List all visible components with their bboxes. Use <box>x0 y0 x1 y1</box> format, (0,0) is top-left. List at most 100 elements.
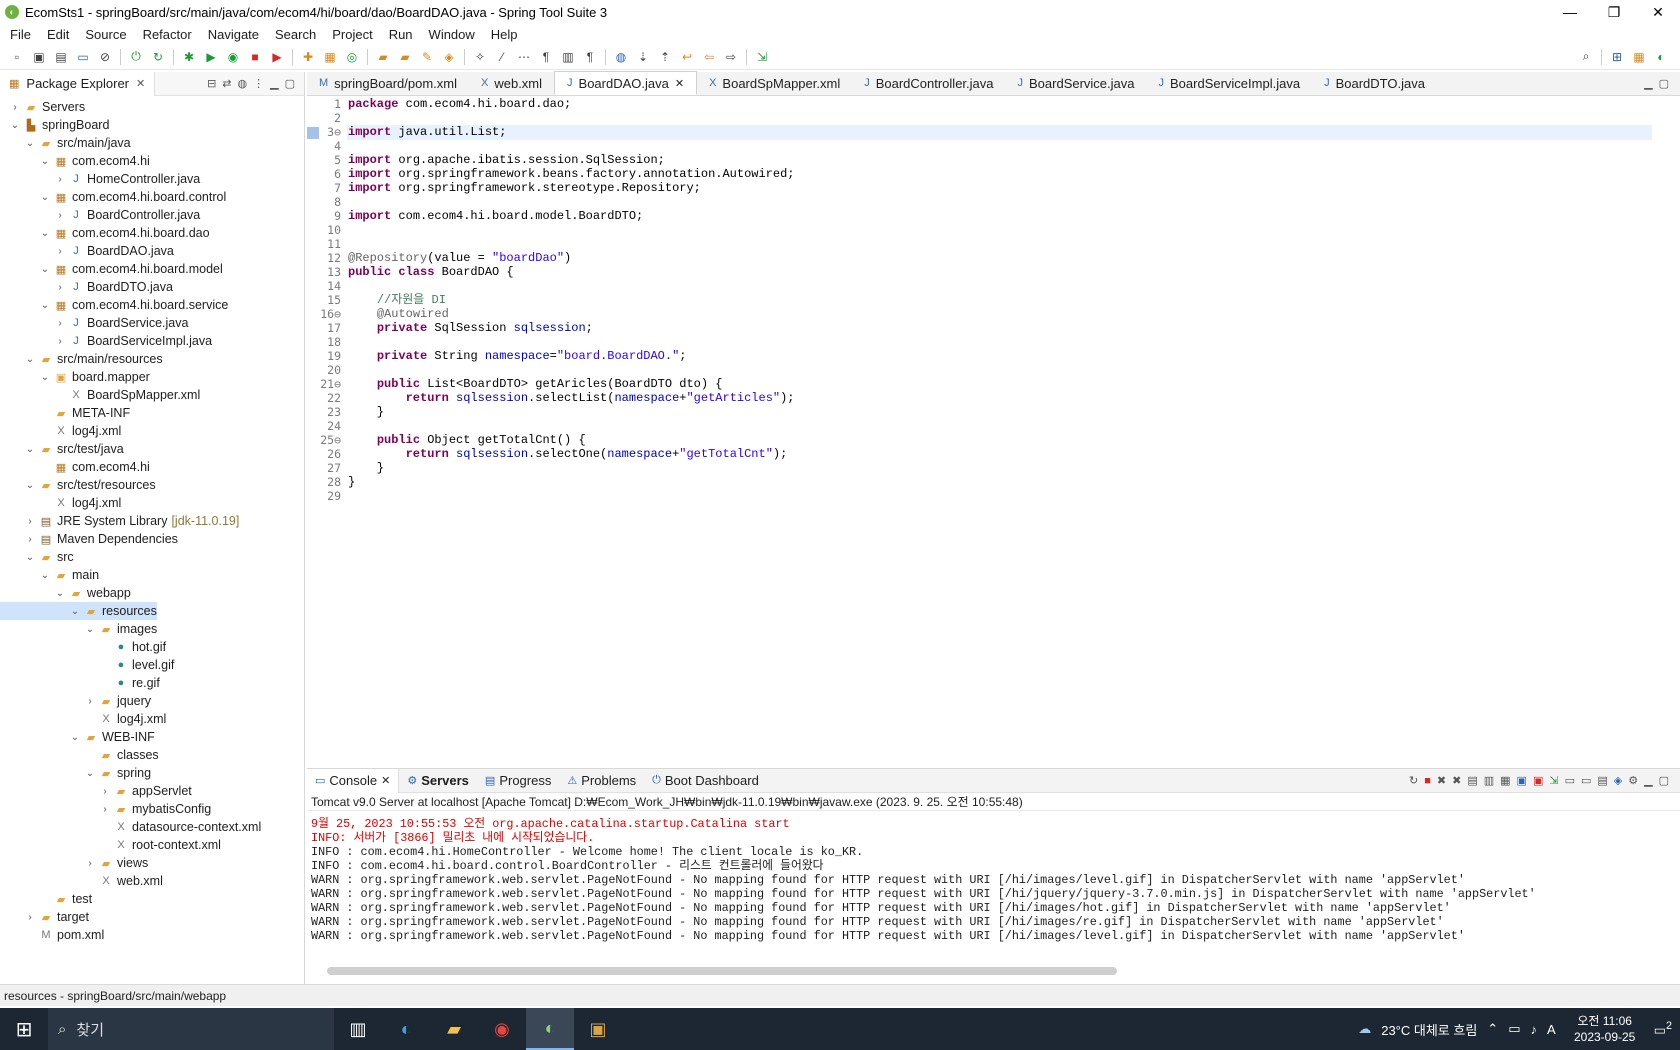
close-icon[interactable]: ✕ <box>136 77 145 90</box>
spring-boot-icon[interactable]: ⏻ <box>127 48 145 66</box>
tree-item[interactable]: Xweb.xml <box>0 872 163 890</box>
chevron-right-icon[interactable]: › <box>23 516 37 527</box>
code-line[interactable]: private String namespace="board.BoardDAO… <box>348 349 687 364</box>
remove-all-icon[interactable]: ✖ <box>1452 774 1461 787</box>
block-selection-icon[interactable]: ⋯ <box>515 48 533 66</box>
code-line[interactable]: //자원을 DI <box>348 293 446 308</box>
tree-item[interactable]: ▰ classes <box>0 746 159 764</box>
pin-console-icon[interactable]: ⇲ <box>1549 774 1558 787</box>
chevron-right-icon[interactable]: › <box>53 318 67 329</box>
chevron-right-icon[interactable]: › <box>53 246 67 257</box>
tomcat-taskbar-icon[interactable]: ▣ <box>574 1008 622 1050</box>
tree-item[interactable]: ⌄ ▦ com.ecom4.hi.board.dao <box>0 224 210 242</box>
chevron-right-icon[interactable]: › <box>23 534 37 545</box>
tree-item[interactable]: Xdatasource-context.xml <box>0 818 261 836</box>
tree-item[interactable]: › ▰ appServlet <box>0 782 191 800</box>
word-wrap-icon[interactable]: ▥ <box>559 48 577 66</box>
scroll-lock-icon[interactable]: ▥ <box>1484 774 1494 787</box>
console-horizontal-scrollbar[interactable] <box>307 965 1667 977</box>
weather-text[interactable]: 23°C 대체로 흐림 <box>1381 1020 1477 1039</box>
tree-item[interactable]: ⌄ ▰ images <box>0 620 158 638</box>
chevron-down-icon[interactable]: ⌄ <box>38 156 52 167</box>
code-line[interactable]: package com.ecom4.hi.board.dao; <box>348 97 571 112</box>
tree-item[interactable]: Xlog4j.xml <box>0 494 121 512</box>
run-icon[interactable]: ▶ <box>202 48 220 66</box>
tag-icon[interactable]: ◈ <box>1614 774 1622 787</box>
chevron-down-icon[interactable]: ⌄ <box>38 570 52 581</box>
code-line[interactable]: @Repository(value = "boardDao") <box>348 251 571 266</box>
tree-item[interactable]: ⌄ ▙ springBoard <box>0 116 110 134</box>
chevron-down-icon[interactable]: ⌄ <box>38 372 52 383</box>
code-line[interactable]: } <box>348 475 355 490</box>
pin-editor-icon[interactable]: ⇲ <box>753 48 771 66</box>
forward-icon[interactable]: ⇨ <box>722 48 740 66</box>
tab-package-explorer[interactable]: ▦ Package Explorer ✕ <box>0 71 156 96</box>
display-console-icon[interactable]: ▭ <box>1565 774 1575 787</box>
close-button[interactable]: ✕ <box>1636 0 1680 24</box>
menu-project[interactable]: Project <box>324 27 380 42</box>
tree-item[interactable]: ▰ test <box>0 890 92 908</box>
console-tab[interactable]: ⏻ Boot Dashboard <box>644 769 767 793</box>
tree-item[interactable]: › ▰ jquery <box>0 692 151 710</box>
terminal-icon[interactable]: ▭ <box>74 48 92 66</box>
menu-refactor[interactable]: Refactor <box>135 27 200 42</box>
tree-item[interactable]: ⌄ ▣ board.mapper <box>0 368 150 386</box>
refresh-icon[interactable]: ↻ <box>1409 774 1418 787</box>
code-line[interactable]: } <box>348 405 384 420</box>
clock[interactable]: 오전 11:06 2023-09-25 <box>1566 1013 1644 1045</box>
copy-icon[interactable]: ▤ <box>1597 774 1607 787</box>
console-tab[interactable]: ⚠ Problems <box>559 769 644 793</box>
start-button[interactable]: ⊞ <box>0 1008 48 1050</box>
editor-tab[interactable]: J BoardService.java <box>1006 71 1147 95</box>
chevron-down-icon[interactable]: ⌄ <box>68 732 82 743</box>
chevron-up-icon[interactable]: ⌃ <box>1487 1021 1498 1037</box>
show-paragraph-icon[interactable]: ¶ <box>581 48 599 66</box>
chevron-right-icon[interactable]: › <box>98 804 112 815</box>
tree-item[interactable]: › J HomeController.java <box>0 170 200 188</box>
chevron-down-icon[interactable]: ⌄ <box>38 192 52 203</box>
tree-item[interactable]: Mpom.xml <box>0 926 104 944</box>
editor-tab[interactable]: MspringBoard/pom.xml <box>307 71 469 95</box>
chevron-down-icon[interactable]: ⌄ <box>38 228 52 239</box>
menu-search[interactable]: Search <box>267 27 324 42</box>
editor-horizontal-scrollbar[interactable] <box>307 748 1657 760</box>
code-line[interactable]: } <box>348 461 384 476</box>
maximize-view-icon[interactable]: ▢ <box>1659 77 1669 90</box>
weather-icon[interactable]: ☁ <box>1358 1021 1371 1037</box>
tree-item[interactable]: › ▰ views <box>0 854 148 872</box>
chevron-right-icon[interactable]: › <box>53 336 67 347</box>
chevron-down-icon[interactable]: ⌄ <box>23 552 37 563</box>
tree-item[interactable]: ⌄ ▰ src/main/java <box>0 134 131 152</box>
chevron-down-icon[interactable]: ⌄ <box>83 768 97 779</box>
search-icon[interactable]: ⌕ <box>1577 48 1595 66</box>
remove-launch-icon[interactable]: ✖ <box>1437 774 1446 787</box>
console-tab[interactable]: ⚙ Servers <box>399 769 477 793</box>
chrome-icon[interactable]: ◉ <box>478 1008 526 1050</box>
tree-item[interactable]: ⌄ ▰ src/test/java <box>0 440 124 458</box>
run-config-icon[interactable]: ◉ <box>224 48 242 66</box>
save-icon[interactable]: ▣ <box>30 48 48 66</box>
chevron-right-icon[interactable]: › <box>83 858 97 869</box>
tree-item[interactable]: Xlog4j.xml <box>0 710 166 728</box>
tree-item[interactable]: ⌄ ▰ main <box>0 566 99 584</box>
menu-window[interactable]: Window <box>421 27 483 42</box>
tree-item[interactable]: ▰ META-INF <box>0 404 130 422</box>
tree-item[interactable]: X BoardSpMapper.xml <box>0 386 200 404</box>
show-on-stdout-icon[interactable]: ▣ <box>1517 774 1527 787</box>
volume-icon[interactable]: ♪ <box>1531 1022 1538 1037</box>
code-line[interactable]: import org.springframework.stereotype.Re… <box>348 181 701 196</box>
search-tool-icon[interactable]: ✎ <box>418 48 436 66</box>
chevron-right-icon[interactable]: › <box>53 174 67 185</box>
close-tab-icon[interactable]: ✕ <box>675 77 684 90</box>
minimize-view-icon[interactable]: ▁ <box>1644 77 1652 90</box>
taskbar-search-box[interactable]: ⌕ 찾기 <box>48 1008 334 1050</box>
tree-item[interactable]: ⌄ ▦ com.ecom4.hi <box>0 152 150 170</box>
tree-item[interactable]: ⌄ ▦ com.ecom4.hi.board.model <box>0 260 223 278</box>
back-icon[interactable]: ⇦ <box>700 48 718 66</box>
focus-icon[interactable]: ◍ <box>238 77 248 90</box>
chevron-down-icon[interactable]: ⌄ <box>23 480 37 491</box>
minimize-view-icon[interactable]: ▁ <box>270 77 278 90</box>
tree-item[interactable]: ⌄ ▦ com.ecom4.hi.board.control <box>0 188 226 206</box>
menu-navigate[interactable]: Navigate <box>200 27 267 42</box>
tree-item[interactable]: Xlog4j.xml <box>0 422 121 440</box>
